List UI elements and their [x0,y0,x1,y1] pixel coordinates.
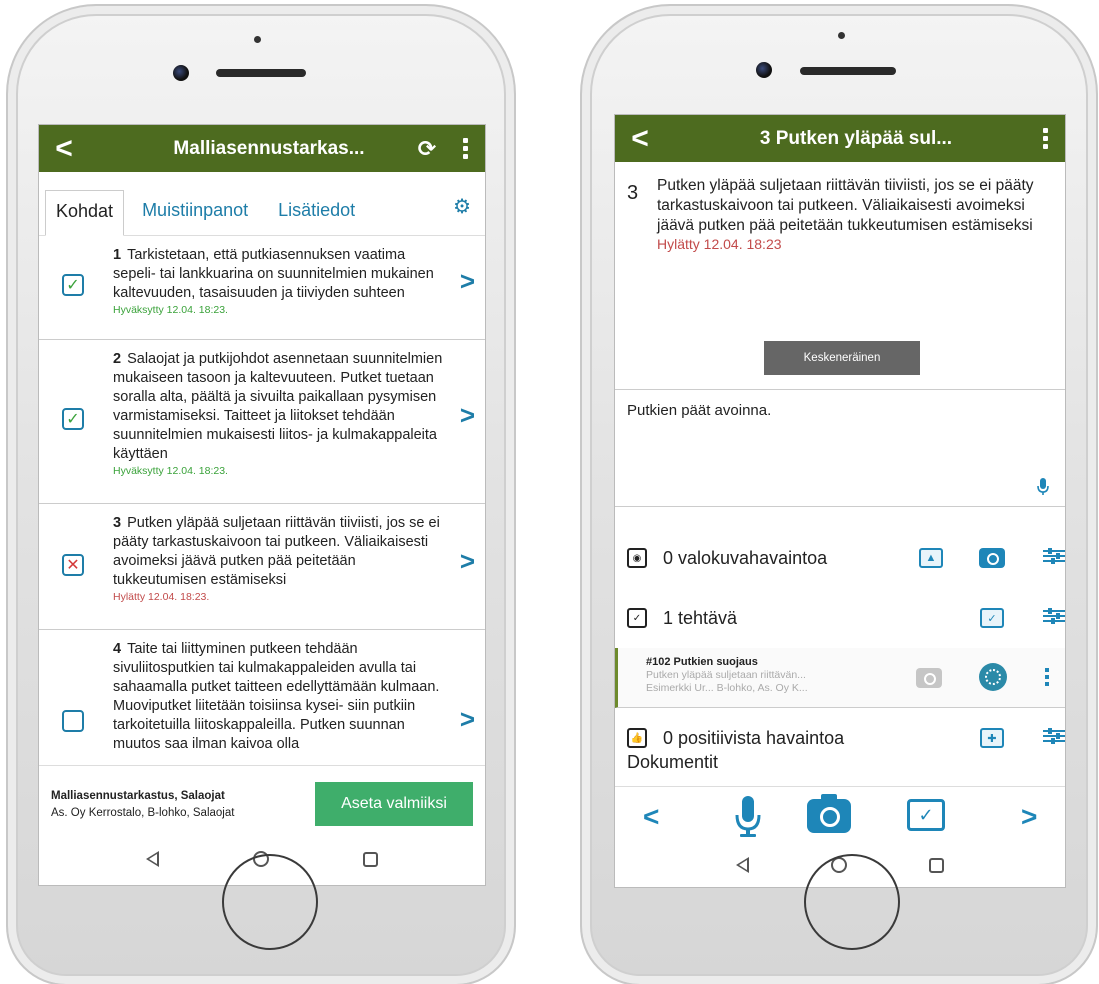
header-title: 3 Putken yläpää sul... [759,127,953,149]
item-number: 3 [113,515,122,531]
nav-back-icon[interactable] [146,851,159,867]
front-camera [756,62,772,78]
set-complete-button[interactable]: Aseta valmiiksi [315,782,473,826]
earpiece [254,36,261,43]
list-item[interactable]: ✓ 1 Tarkistetaan, että putkiasennuksen va… [39,236,485,340]
refresh-icon[interactable]: ⟳ [409,136,445,162]
screen-checklist: < Malliasennustarkas... ⟳ Kohdat Muistii… [38,124,486,886]
front-camera [173,65,189,81]
checklist-title: Malliasennustarkastus, Salaojat [51,790,225,802]
bottom-toolbar: < ✓ > [615,786,1065,850]
screen-item-detail: < 3 Putken yläpää sul... 3 Putken yläpää… [614,114,1066,888]
sliders-icon[interactable] [1043,608,1065,624]
item-number: 2 [113,351,122,367]
back-icon[interactable]: < [39,125,89,172]
chevron-right-icon[interactable]: > [460,706,475,732]
list-item[interactable]: ✓ 2 Salaojat ja putkijohdot asennetaan su… [39,340,485,504]
detail-status: Hylätty 12.04. 18:23 [657,236,782,252]
nav-back-icon[interactable] [736,857,749,873]
nav-recents-icon[interactable] [363,851,378,867]
checklist-info: Malliasennustarkastus, Salaojat As. Oy K… [51,788,234,822]
task-list-item[interactable]: #102 Putkien suojaus Putken yläpää sulje… [615,648,1065,708]
add-task-icon[interactable]: ✓ [907,799,945,831]
sliders-icon[interactable] [1043,728,1065,744]
kebab-icon[interactable] [445,138,485,159]
mic-icon[interactable] [735,796,761,838]
nav-recents-icon[interactable] [929,857,944,873]
item-text: Taite tai liittyminen putkeen tehdään si… [113,641,440,752]
chevron-right-icon[interactable]: > [460,402,475,428]
item-status: Hyväksytty 12.04. 18:23. [113,465,228,477]
home-button[interactable] [222,854,318,950]
next-icon[interactable]: > [1021,801,1037,833]
item-number: 1 [113,247,122,263]
earpiece [838,32,845,39]
tasks-row: ✓ 1 tehtävä ✓ [615,588,1065,648]
list-item[interactable]: ✕ 3 Putken yläpää suljetaan riittävän tii… [39,504,485,630]
kebab-icon[interactable] [1045,668,1049,686]
status-circle-icon[interactable] [979,663,1007,691]
item-status: Hyväksytty 12.04. 18:23. [113,304,228,316]
header-title: Malliasennustarkas... [173,137,365,159]
gear-icon[interactable]: ⚙ [453,194,471,219]
photo-observations-row: ◉ 0 valokuvahavaintoa ▲ [615,528,1065,588]
phone-left: < Malliasennustarkas... ⟳ Kohdat Muistii… [6,4,516,984]
app-header: < 3 Putken yläpää sul... [615,115,1065,162]
home-button[interactable] [804,854,900,950]
photo-observations-label: 0 valokuvahavaintoa [663,547,828,568]
item-number: 4 [113,641,122,657]
item-text: Tarkistetaan, että putkiasennuksen vaati… [113,247,434,301]
item-text: Putken yläpää suljetaan riittävän tiivii… [113,515,440,588]
kebab-icon[interactable] [1025,128,1065,149]
checkbox-checked-icon[interactable]: ✓ [62,274,84,296]
in-progress-button[interactable]: Keskeneräinen [764,341,920,375]
checkbox-rejected-icon[interactable]: ✕ [62,554,84,576]
detail-text: Putken yläpää suljetaan riittävän tiivii… [657,177,1034,234]
add-task-icon[interactable]: ✓ [980,608,1004,628]
photo-observation-icon: ◉ [627,548,647,568]
tab-muistiinpanot[interactable]: Muistiinpanot [132,200,258,235]
detail-number: 3 [627,182,639,204]
checkbox-checked-icon[interactable]: ✓ [62,408,84,430]
thumb-up-icon: 👍 [627,728,647,748]
task-icon: ✓ [627,608,647,628]
app-header: < Malliasennustarkas... ⟳ [39,125,485,172]
documents-heading: Dokumentit [627,752,719,772]
tab-bar: Kohdat Muistiinpanot Lisätiedot ⚙ [39,172,485,236]
positive-observations-label: 0 positiivista havaintoa [663,727,845,748]
camera-icon[interactable] [916,668,942,688]
camera-icon[interactable] [979,548,1005,568]
checkbox-empty-icon[interactable] [62,710,84,732]
checklist-footer: Malliasennustarkastus, Salaojat As. Oy K… [39,765,485,835]
tab-kohdat[interactable]: Kohdat [45,190,125,236]
item-text: Salaojat ja putkijohdot asennetaan suunn… [113,351,443,462]
item-status: Hylätty 12.04. 18:23. [113,591,210,603]
add-positive-icon[interactable]: ✚ [980,728,1004,748]
gallery-icon[interactable]: ▲ [919,548,943,568]
mic-icon[interactable] [1037,478,1049,496]
note-text: Putkien päät avoinna. [627,402,772,419]
phone-right: < 3 Putken yläpää sul... 3 Putken yläpää… [580,4,1098,984]
item-detail: 3 Putken yläpää suljetaan riittävän tiiv… [615,162,1065,390]
sliders-icon[interactable] [1043,548,1065,564]
tab-lisatiedot[interactable]: Lisätiedot [268,200,365,235]
speaker [800,67,896,75]
chevron-right-icon[interactable]: > [460,268,475,294]
speaker [216,69,306,77]
note-field[interactable]: Putkien päät avoinna. [615,390,1065,507]
checklist-subtitle: As. Oy Kerrostalo, B-lohko, Salaojat [51,807,235,819]
camera-icon[interactable] [807,794,851,833]
tasks-label: 1 tehtävä [663,607,738,628]
back-icon[interactable]: < [615,115,665,162]
chevron-right-icon[interactable]: > [460,548,475,574]
previous-icon[interactable]: < [643,801,659,833]
